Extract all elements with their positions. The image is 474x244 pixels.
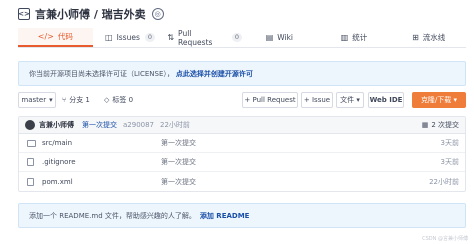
commit-author[interactable]: 言兼小师傅 (39, 120, 74, 130)
web-ide-button[interactable]: Web IDE (368, 92, 404, 108)
file-menu-button[interactable]: 文件 ▾ (336, 92, 364, 108)
file-icon (27, 158, 34, 166)
license-banner-text: 你当前开源项目尚未选择许可证（LICENSE）， (29, 69, 174, 78)
tab-pull-requests[interactable]: ⇅ Pull Requests 0 (167, 28, 243, 47)
tab-label: Wiki (277, 33, 294, 42)
tag-count-label: 标签 0 (112, 96, 134, 104)
pipeline-icon: ⊞ (412, 33, 419, 42)
file-time: 22小时前 (429, 177, 459, 186)
issues-count-badge: 0 (144, 33, 156, 42)
file-time: 3天前 (440, 158, 459, 166)
tab-code[interactable]: </> 代码 (18, 28, 93, 47)
add-readme-link[interactable]: 添加 README (200, 211, 250, 221)
tag-count[interactable]: ◇ 标签 0 (104, 92, 133, 108)
issues-icon: ◫ (105, 33, 113, 42)
file-name[interactable]: pom.xml (42, 178, 73, 186)
avatar[interactable] (25, 120, 35, 130)
tab-label: Pull Requests (178, 28, 213, 47)
watermark: CSDN @言兼小师傅 (422, 236, 468, 242)
commit-hash[interactable]: a290087 (123, 121, 154, 129)
tab-label: 代码 (57, 32, 73, 41)
branch-icon: ⑂ (62, 96, 67, 104)
repo-tabs: </> 代码 ◫ Issues 0 ⇅ Pull Requests 0 ▤ Wi… (18, 28, 466, 48)
branch-select[interactable]: master ▾ (18, 92, 56, 108)
tab-label: Issues (116, 33, 140, 42)
readme-banner-text: 添加一个 README.md 文件，帮助感兴趣的人了解。 (29, 211, 196, 220)
repo-header: <> 言兼小师傅 / 瑞吉外卖 ◎ (18, 6, 164, 22)
watch-icon[interactable]: ◎ (151, 8, 164, 20)
branch-name: master (21, 96, 47, 104)
stats-icon: ▥ (340, 33, 349, 42)
new-pull-request-button[interactable]: + Pull Request (242, 92, 298, 108)
commit-count[interactable]: ▦ 2 次提交 (422, 120, 459, 130)
file-name[interactable]: src/main (42, 139, 72, 147)
code-bracket-icon: <> (18, 8, 30, 20)
file-icon (27, 177, 34, 186)
tab-label: 流水线 (422, 33, 446, 42)
clone-download-button[interactable]: 克隆/下载 ▾ (412, 92, 466, 108)
table-row[interactable]: .gitignore 第一次提交 3天前 (19, 153, 465, 172)
create-license-link[interactable]: 点此选择并创建开源许可 (176, 69, 253, 79)
branch-count-label: 分支 1 (69, 96, 90, 104)
table-row[interactable]: pom.xml 第一次提交 22小时前 (19, 172, 465, 191)
branch-count[interactable]: ⑂ 分支 1 (62, 92, 90, 108)
tab-label: 统计 (352, 33, 368, 42)
pull-request-icon: ⇅ (167, 33, 175, 42)
tab-stats[interactable]: ▥ 统计 (317, 28, 392, 47)
history-icon: ▦ (421, 121, 429, 129)
table-row[interactable]: src/main 第一次提交 3天前 (19, 134, 465, 153)
repo-title[interactable]: 言兼小师傅 / 瑞吉外卖 (35, 6, 146, 22)
tag-icon: ◇ (104, 96, 110, 104)
repo-toolbar: master ▾ ⑂ 分支 1 ◇ 标签 0 + Pull Request + … (18, 92, 466, 108)
tab-wiki[interactable]: ▤ Wiki (242, 28, 317, 47)
latest-commit-row: 言兼小师傅 第一次提交 a290087 22小时前 ▦ 2 次提交 (19, 117, 465, 134)
tab-pipeline[interactable]: ⊞ 流水线 (391, 28, 466, 47)
pr-count-badge: 0 (231, 33, 243, 42)
tab-issues[interactable]: ◫ Issues 0 (93, 28, 168, 47)
file-list: 言兼小师傅 第一次提交 a290087 22小时前 ▦ 2 次提交 src/ma… (18, 116, 466, 192)
commit-count-label: 2 次提交 (431, 121, 459, 129)
readme-banner: 添加一个 README.md 文件，帮助感兴趣的人了解。 添加 README (18, 203, 466, 228)
license-banner: 你当前开源项目尚未选择许可证（LICENSE）， 点此选择并创建开源许可 (18, 61, 466, 86)
wiki-icon: ▤ (265, 33, 274, 42)
file-commit-message[interactable]: 第一次提交 (161, 177, 196, 187)
file-commit-message[interactable]: 第一次提交 (161, 138, 196, 148)
commit-message[interactable]: 第一次提交 (82, 120, 117, 130)
file-commit-message[interactable]: 第一次提交 (161, 157, 196, 167)
code-icon: </> (37, 32, 54, 41)
new-issue-button[interactable]: + Issue (301, 92, 333, 108)
file-name[interactable]: .gitignore (42, 158, 76, 166)
file-time: 3天前 (440, 139, 459, 147)
chevron-down-icon: ▾ (49, 96, 53, 104)
commit-time: 22小时前 (160, 121, 190, 129)
folder-icon (27, 139, 36, 147)
